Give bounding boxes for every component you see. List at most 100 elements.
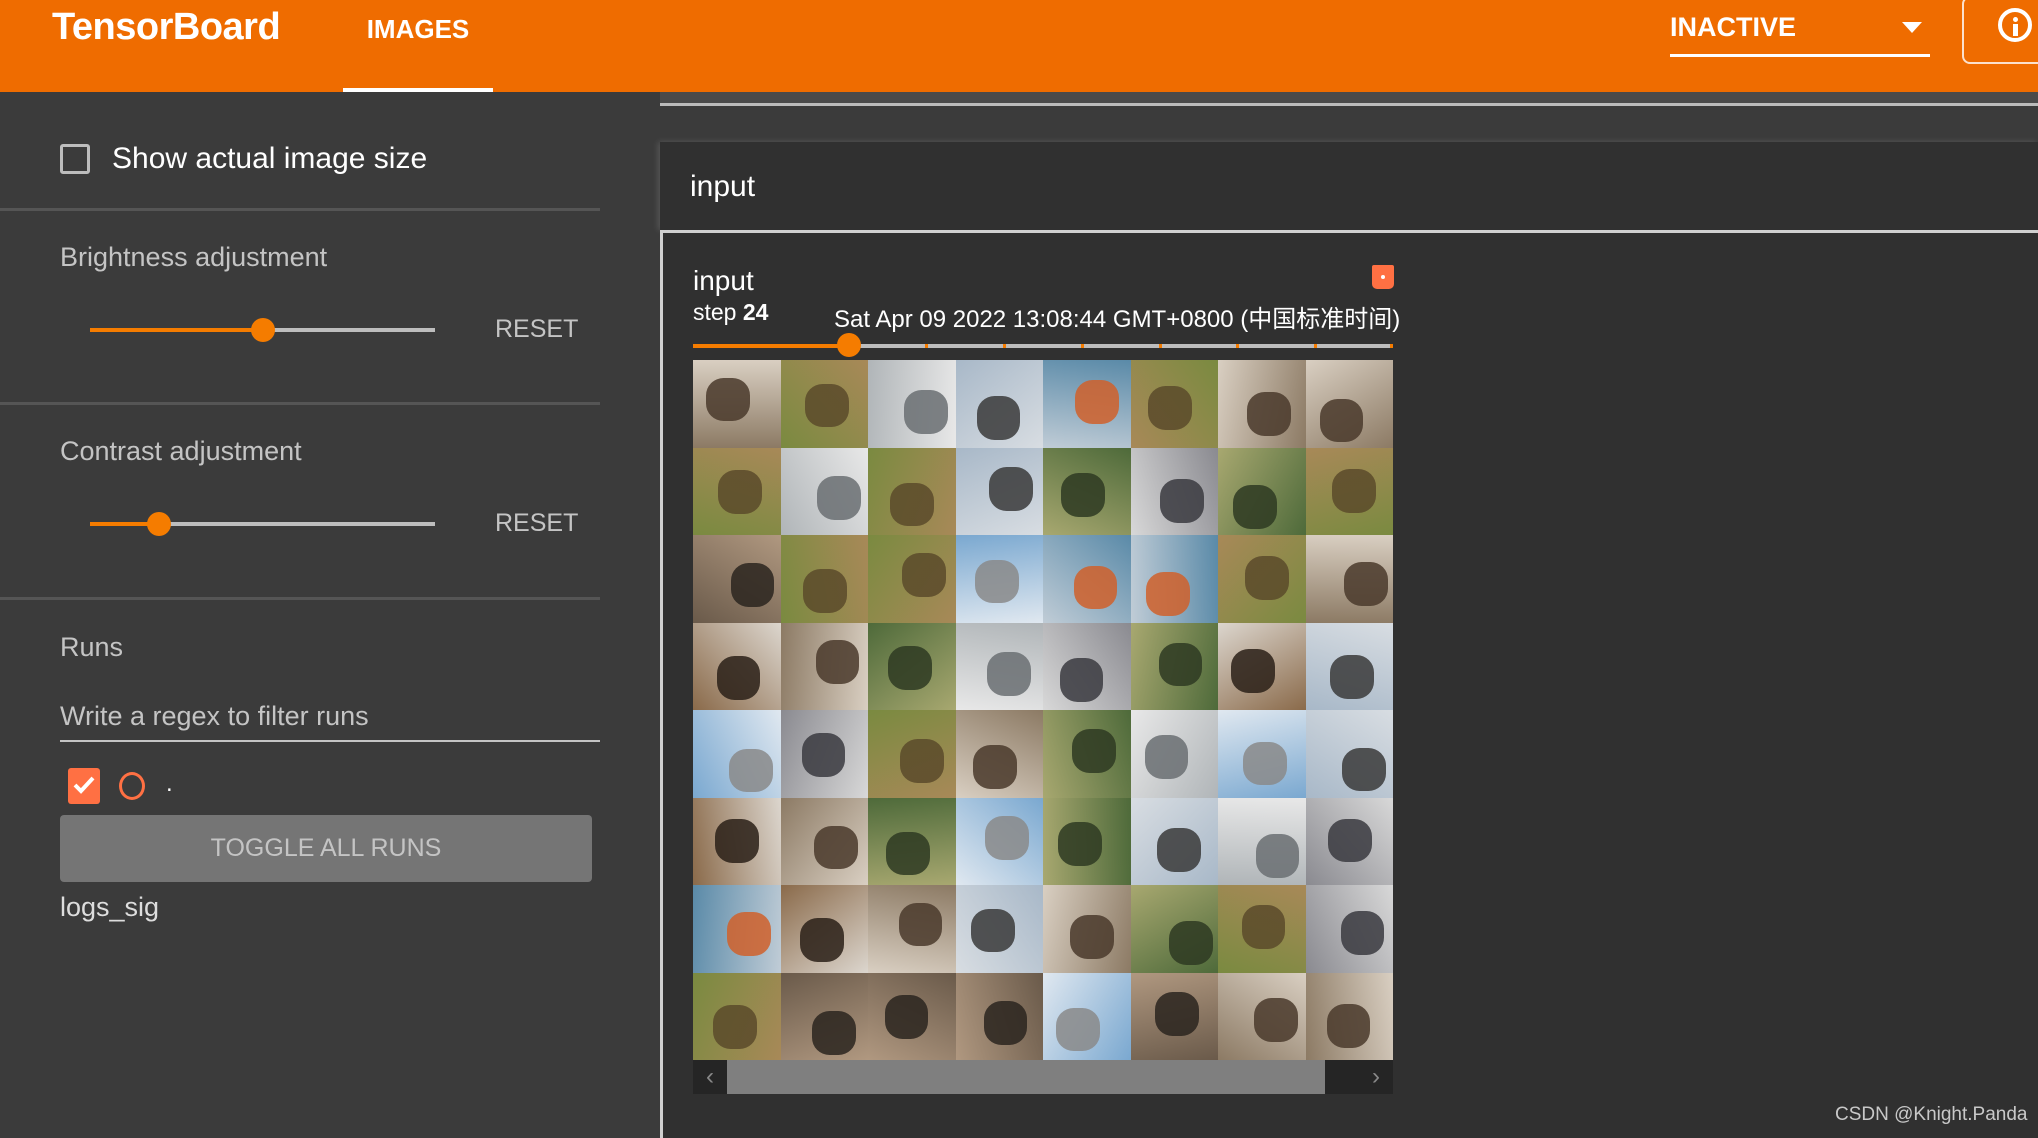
show-actual-size-label[interactable]: Show actual image size [112, 142, 427, 176]
image-tile-horse [780, 885, 868, 973]
chevron-left-icon[interactable]: ‹ [693, 1060, 727, 1094]
image-tile-airplane [1218, 710, 1306, 798]
runs-title: Runs [60, 632, 124, 662]
image-subject [974, 559, 1019, 604]
brightness-title: Brightness adjustment [60, 242, 328, 272]
pane-header[interactable]: input [660, 142, 2038, 230]
image-subject [1232, 485, 1277, 529]
image-subject [1075, 380, 1120, 424]
contrast-reset-button[interactable]: RESET [495, 509, 578, 538]
image-subject [898, 902, 943, 947]
image-subject [886, 831, 931, 876]
tab-images[interactable]: IMAGES [343, 0, 493, 92]
image-subject [1156, 828, 1201, 872]
image-subject [1328, 818, 1372, 863]
brand-title: TensorBoard [52, 6, 281, 48]
image-subject [985, 815, 1029, 860]
info-button[interactable] [1962, 0, 2038, 64]
slider-thumb[interactable] [147, 512, 171, 536]
main-divider [660, 103, 2038, 106]
log-dir-label: logs_sig [60, 892, 160, 922]
plugin-selector-label: INACTIVE [1670, 12, 1797, 42]
image-tile-frog [1043, 710, 1131, 798]
image-tile-ship [693, 885, 781, 973]
image-subject [1073, 565, 1118, 610]
slider-thumb[interactable] [250, 318, 275, 342]
image-tile-airplane [955, 797, 1043, 885]
image-tile-cat [955, 972, 1043, 1060]
image-tile-dog [780, 797, 868, 885]
divider [0, 402, 600, 405]
image-subject [713, 1004, 757, 1049]
image-subject [976, 395, 1021, 440]
step-slider-tick [1236, 344, 1240, 348]
image-tile-car [780, 710, 868, 798]
image-subject [1344, 562, 1388, 606]
image-tile-truck [955, 622, 1043, 710]
image-subject [1155, 991, 1199, 1036]
image-tile-dog [1218, 972, 1306, 1060]
image-subject [813, 825, 858, 870]
run-filter-input[interactable] [60, 692, 600, 742]
step-slider-thumb[interactable] [836, 333, 861, 357]
image-subject [801, 732, 846, 777]
image-subject [1057, 822, 1102, 866]
image-grid [693, 360, 1393, 1060]
image-subject [973, 745, 1017, 789]
image-tile-truck [1130, 710, 1218, 798]
image-tile-airplane [693, 710, 781, 798]
step-slider-tick [925, 344, 929, 348]
image-tile-bird [1305, 622, 1393, 710]
step-slider-tick [1080, 344, 1084, 348]
image-tile-frog [1043, 797, 1131, 885]
chevron-right-icon[interactable]: › [1359, 1060, 1393, 1094]
image-tile-frog [1130, 622, 1218, 710]
step-slider-tick [1390, 344, 1393, 348]
horizontal-scrollbar[interactable]: ‹ › [693, 1060, 1393, 1094]
brightness-slider[interactable] [90, 318, 435, 342]
image-card: input step 24 Sat Apr 09 2022 13:08:44 G… [660, 230, 2038, 1138]
toggle-all-runs-button[interactable]: TOGGLE ALL RUNS [60, 815, 592, 882]
image-tile-frog [868, 797, 956, 885]
image-subject [1070, 914, 1114, 959]
contrast-title: Contrast adjustment [60, 436, 302, 466]
image-subject [799, 918, 844, 962]
image-subject [1144, 735, 1189, 780]
image-subject [1146, 571, 1190, 616]
image-subject [971, 908, 1015, 953]
run-checkbox[interactable] [68, 768, 100, 804]
image-subject [1169, 920, 1213, 965]
scrollbar-thumb[interactable] [727, 1060, 1325, 1094]
image-tile-deer [780, 535, 868, 623]
image-tile-dog [780, 622, 868, 710]
step-slider[interactable] [693, 333, 1393, 359]
plugin-selector-dropdown[interactable]: INACTIVE [1670, 10, 1930, 57]
watermark: CSDN @Knight.Panda [1835, 1104, 2028, 1125]
image-tile-bird [1130, 797, 1218, 885]
image-subject [714, 819, 759, 864]
image-tile-horse [693, 797, 781, 885]
image-tile-deer [868, 535, 956, 623]
image-tile-cat [693, 535, 781, 623]
image-tile-deer [1218, 535, 1306, 623]
image-tile-car [1305, 885, 1393, 973]
info-circle-icon [1998, 8, 2032, 42]
image-subject [727, 912, 771, 956]
tab-images-label: IMAGES [366, 14, 470, 44]
contrast-slider[interactable] [90, 512, 435, 536]
image-tile-dog [1305, 972, 1393, 1060]
step-slider-tick [1314, 344, 1318, 348]
image-tile-bird [955, 447, 1043, 535]
divider [0, 597, 600, 600]
run-color-chip [1372, 265, 1394, 289]
image-tile-dog [1305, 360, 1393, 448]
image-tile-dog [868, 885, 956, 973]
image-tile-truck [780, 447, 868, 535]
step-value: 24 [742, 299, 769, 325]
image-subject [803, 569, 847, 613]
image-tile-deer [1130, 360, 1218, 448]
run-color-circle-icon [119, 772, 145, 800]
show-actual-size-checkbox[interactable] [60, 144, 90, 174]
brightness-reset-button[interactable]: RESET [495, 315, 578, 344]
check-icon [73, 776, 95, 794]
